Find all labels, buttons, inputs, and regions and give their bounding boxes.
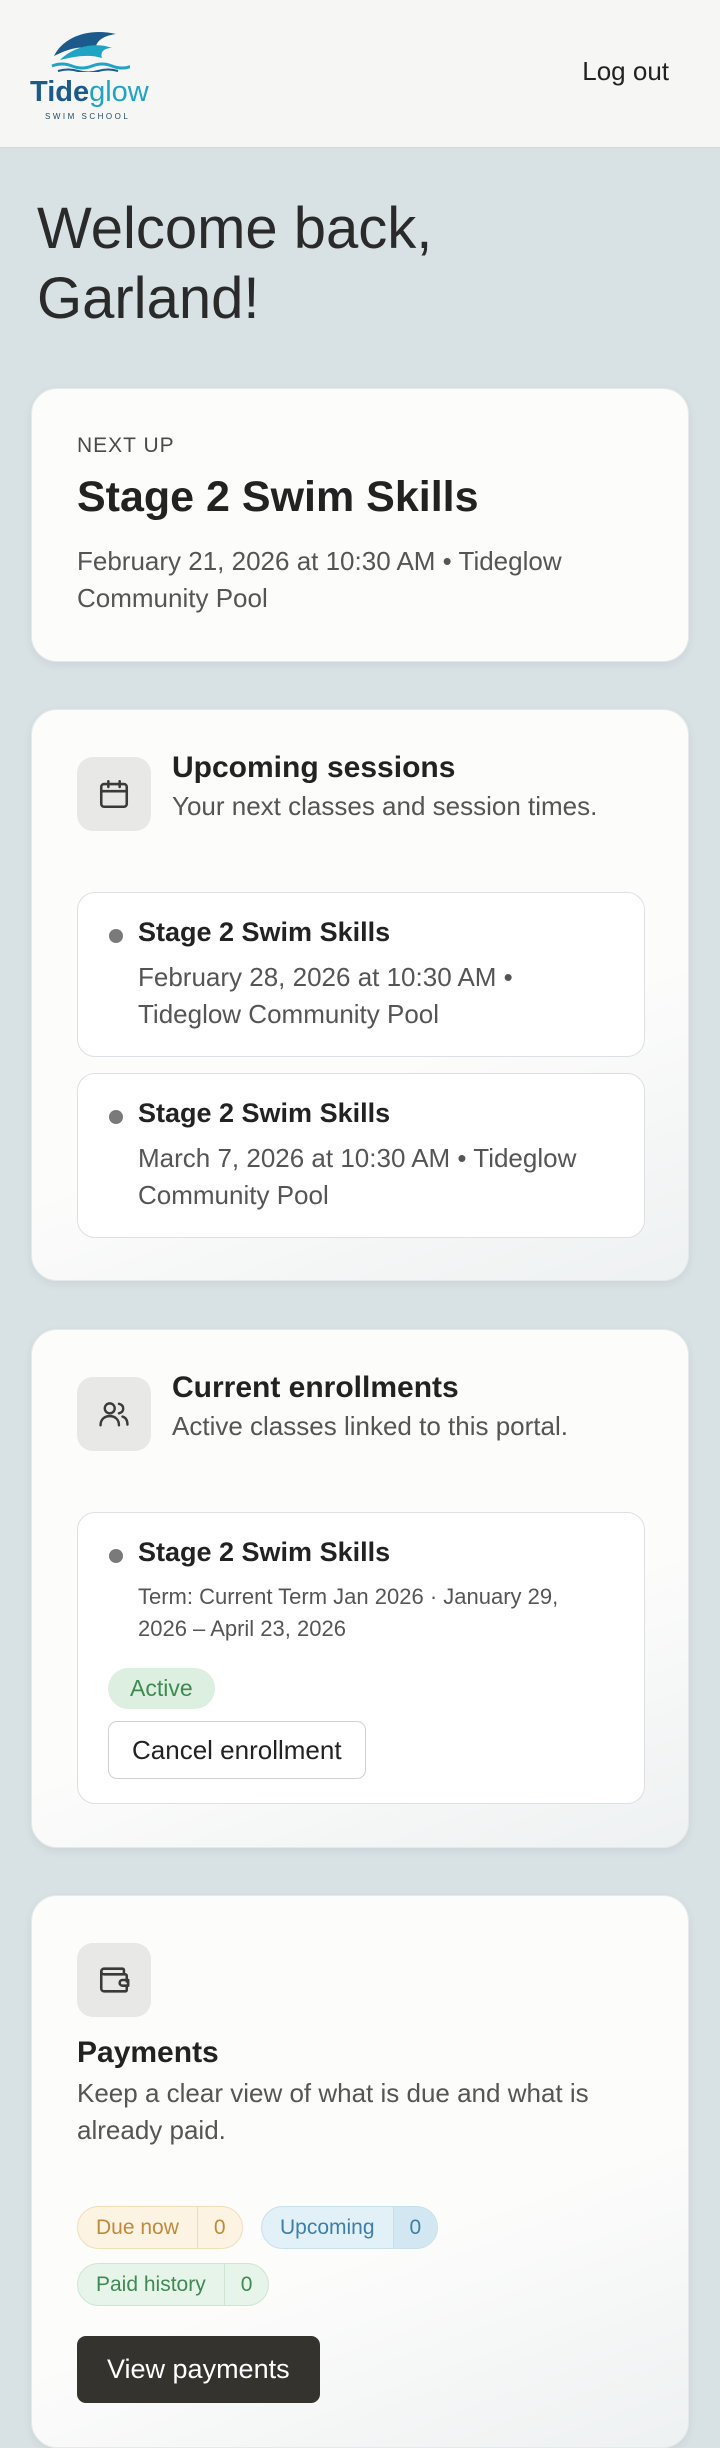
session-title: Stage 2 Swim Skills [138,917,391,947]
session-item[interactable]: Stage 2 Swim Skills March 7, 2026 at 10:… [77,1073,645,1238]
paid-history-count: 0 [223,2264,269,2305]
wallet-icon [99,1967,130,1993]
top-bar: Tideglow SWIM SCHOOL Log out [0,0,720,148]
bullet-dot [109,1549,123,1563]
paid-history-label: Paid history [96,2273,206,2296]
view-payments-button[interactable]: View payments [77,2336,320,2403]
upcoming-sessions-card: Upcoming sessions Your next classes and … [31,709,689,1281]
tideglow-logo[interactable]: Tideglow SWIM SCHOOL [28,26,152,122]
session-title: Stage 2 Swim Skills [138,1098,391,1128]
session-item[interactable]: Stage 2 Swim Skills February 28, 2026 at… [77,892,645,1057]
upcoming-sessions-title: Upcoming sessions [172,751,456,784]
due-now-label: Due now [96,2216,179,2239]
welcome-heading: Welcome back, Garland! [37,196,433,331]
current-enrollments-subtitle: Active classes linked to this portal. [172,1411,568,1441]
users-icon [99,1402,129,1427]
enrollment-title: Stage 2 Swim Skills [138,1537,391,1567]
due-now-count: 0 [196,2207,242,2248]
next-up-title: Stage 2 Swim Skills [77,473,479,521]
next-up-detail: February 21, 2026 at 10:30 AM • Tideglow… [77,546,562,613]
next-up-label: NEXT UP [77,434,175,457]
payments-title: Payments [77,2036,219,2069]
session-detail: February 28, 2026 at 10:30 AM • Tideglow… [138,962,513,1029]
enrollment-item: Stage 2 Swim Skills Term: Current Term J… [77,1512,645,1804]
calendar-icon-box [77,757,151,831]
paid-history-pill[interactable]: Paid history 0 [77,2263,270,2306]
upcoming-count: 0 [392,2207,438,2248]
session-detail: March 7, 2026 at 10:30 AM • Tideglow Com… [138,1143,577,1210]
upcoming-sessions-subtitle: Your next classes and session times. [172,791,598,821]
logo-subtitle: SWIM SCHOOL [45,112,131,121]
next-up-card: NEXT UP Stage 2 Swim Skills February 21,… [31,388,689,662]
users-icon-box [77,1377,151,1451]
due-now-pill[interactable]: Due now 0 [77,2206,243,2249]
payments-card: Payments Keep a clear view of what is du… [31,1895,689,2448]
wallet-icon-box [77,1943,151,2017]
status-badge: Active [108,1668,215,1709]
logout-button[interactable]: Log out [582,56,669,87]
wave-logo-icon [51,32,130,72]
current-enrollments-card: Current enrollments Active classes linke… [31,1329,689,1848]
current-enrollments-title: Current enrollments [172,1371,459,1404]
enrollment-term: Term: Current Term Jan 2026 · January 29… [138,1584,559,1641]
logo-wordmark: Tideglow [30,76,149,108]
upcoming-pill[interactable]: Upcoming 0 [261,2206,439,2249]
cancel-enrollment-button[interactable]: Cancel enrollment [108,1721,366,1779]
bullet-dot [109,929,123,943]
upcoming-label: Upcoming [280,2216,375,2239]
calendar-icon [99,779,129,809]
bullet-dot [109,1110,123,1124]
payments-subtitle: Keep a clear view of what is due and wha… [77,2078,589,2145]
